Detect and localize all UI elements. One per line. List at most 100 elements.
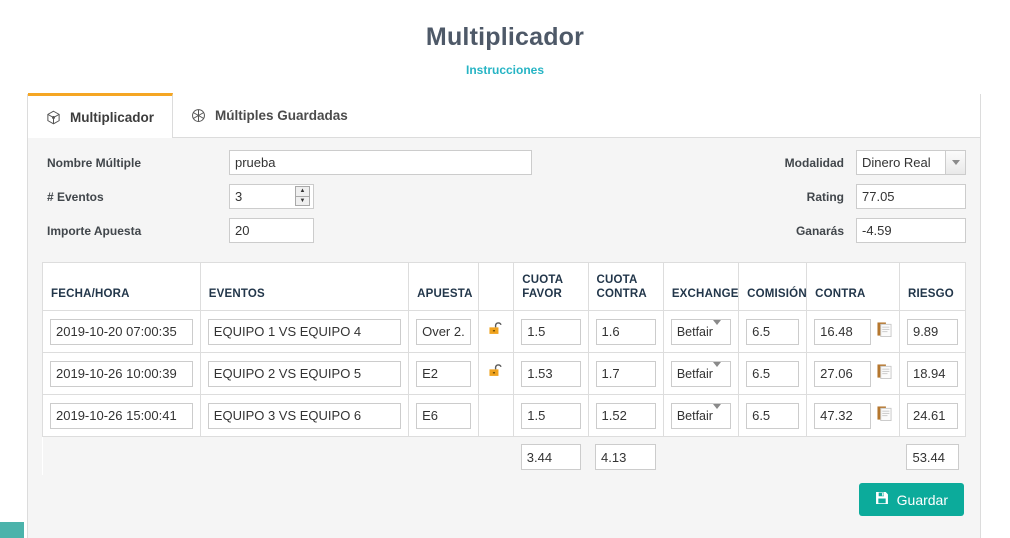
field-nombre-multiple: Nombre Múltiple xyxy=(42,150,532,175)
exchange-selected-value: Betfair xyxy=(676,366,713,381)
corner-widget[interactable] xyxy=(0,522,24,538)
apuesta-input[interactable] xyxy=(416,402,472,429)
chevron-down-icon[interactable] xyxy=(712,319,730,339)
tab-multiples-guardadas[interactable]: Múltiples Guardadas xyxy=(173,94,366,137)
ganaras-input[interactable] xyxy=(856,218,966,243)
modalidad-selected-value: Dinero Real xyxy=(862,155,931,170)
cube-icon xyxy=(46,110,61,125)
fecha-input[interactable] xyxy=(50,360,193,387)
riesgo-input[interactable] xyxy=(906,360,958,387)
cuota-favor-input[interactable] xyxy=(521,360,581,387)
cell-contra xyxy=(806,394,900,437)
num-eventos-stepper[interactable]: ▲ ▼ xyxy=(229,184,314,209)
cell-lock xyxy=(478,394,515,437)
cell-cuota-favor xyxy=(513,352,589,395)
totals-cuota-contra xyxy=(588,436,664,475)
form-column-right: Modalidad Dinero Real Rating Ganarás xyxy=(749,150,966,252)
apuesta-input[interactable] xyxy=(416,318,472,345)
comision-input[interactable] xyxy=(746,360,800,387)
modalidad-select[interactable]: Dinero Real xyxy=(856,150,966,175)
col-apuesta: APUESTA xyxy=(408,262,480,311)
totals-spacer-lock xyxy=(478,436,514,475)
spinner-up-icon[interactable]: ▲ xyxy=(295,186,310,196)
col-cuota-favor: CUOTA FAVOR xyxy=(513,262,589,311)
label-nombre-multiple: Nombre Múltiple xyxy=(47,155,142,170)
cuota-contra-input[interactable] xyxy=(595,360,656,387)
cell-cuota-contra xyxy=(587,310,664,353)
cell-fecha xyxy=(42,310,201,353)
instructions-link[interactable]: Instrucciones xyxy=(466,63,544,77)
riesgo-input[interactable] xyxy=(906,402,958,429)
instructions-row: Instrucciones xyxy=(0,61,1010,79)
field-num-eventos: # Eventos ▲ ▼ xyxy=(42,184,532,209)
fecha-input[interactable] xyxy=(50,318,193,345)
total-riesgo-input[interactable] xyxy=(906,444,959,470)
clipboard-icon[interactable] xyxy=(877,363,892,385)
clipboard-icon[interactable] xyxy=(877,321,892,343)
totals-riesgo xyxy=(899,436,966,475)
tab-multiples-guardadas-label: Múltiples Guardadas xyxy=(215,108,348,123)
label-importe-apuesta: Importe Apuesta xyxy=(47,223,142,238)
contra-input[interactable] xyxy=(814,318,871,345)
save-button[interactable]: Guardar xyxy=(858,483,964,516)
nombre-multiple-input[interactable] xyxy=(229,150,532,175)
exchange-select[interactable]: Betfair xyxy=(670,402,732,429)
chevron-down-icon[interactable] xyxy=(712,403,730,423)
importe-apuesta-input[interactable] xyxy=(229,218,314,243)
cell-fecha xyxy=(42,352,201,395)
cell-exchange: Betfair xyxy=(662,352,740,395)
table-header-row: FECHA/HORA EVENTOS APUESTA CUOTA FAVOR C… xyxy=(42,262,967,311)
comision-input[interactable] xyxy=(746,402,800,429)
spinner-down-icon[interactable]: ▼ xyxy=(295,195,310,206)
col-eventos: EVENTOS xyxy=(199,262,410,311)
apuesta-input[interactable] xyxy=(416,360,472,387)
chevron-down-icon[interactable] xyxy=(945,151,965,174)
tab-multiplicador-label: Multiplicador xyxy=(70,109,154,125)
app-page: Multiplicador Instrucciones Multiplicado… xyxy=(0,0,1010,538)
total-cuota-favor-input[interactable] xyxy=(520,444,582,470)
cell-lock xyxy=(478,352,515,395)
cuota-favor-input[interactable] xyxy=(521,318,581,345)
cuota-contra-input[interactable] xyxy=(595,402,656,429)
fecha-input[interactable] xyxy=(50,402,193,429)
totals-spacer-evento xyxy=(200,436,409,475)
totals-spacer-fecha xyxy=(42,436,201,475)
cell-exchange: Betfair xyxy=(662,310,740,353)
chevron-down-icon[interactable] xyxy=(712,361,730,381)
cell-fecha xyxy=(42,394,201,437)
tab-strip: Multiplicador Múltiples Guardadas xyxy=(28,93,980,138)
evento-input[interactable] xyxy=(207,318,402,345)
field-rating: Rating xyxy=(749,184,966,209)
evento-input[interactable] xyxy=(207,360,402,387)
exchange-select[interactable]: Betfair xyxy=(670,318,732,345)
evento-input[interactable] xyxy=(207,402,402,429)
totals-cuota-favor xyxy=(513,436,589,475)
cell-contra xyxy=(806,352,900,395)
cell-riesgo xyxy=(898,310,967,353)
riesgo-input[interactable] xyxy=(906,318,958,345)
rating-input[interactable] xyxy=(856,184,966,209)
total-cuota-contra-input[interactable] xyxy=(595,444,657,470)
cell-exchange: Betfair xyxy=(662,394,740,437)
totals-spacer-comision xyxy=(738,436,807,475)
cell-comision xyxy=(738,394,808,437)
cell-apuesta xyxy=(408,310,480,353)
main-panel: Multiplicador Múltiples Guardadas Nombre… xyxy=(27,93,981,538)
cell-contra xyxy=(806,310,900,353)
comision-input[interactable] xyxy=(746,318,800,345)
field-modalidad: Modalidad Dinero Real xyxy=(749,150,966,175)
contra-input[interactable] xyxy=(814,402,871,429)
contra-input[interactable] xyxy=(814,360,871,387)
unlocked-padlock-icon[interactable] xyxy=(487,320,505,343)
clipboard-icon[interactable] xyxy=(877,405,892,427)
exchange-selected-value: Betfair xyxy=(676,408,713,423)
num-eventos-spin-buttons[interactable]: ▲ ▼ xyxy=(295,186,310,206)
cuota-favor-input[interactable] xyxy=(521,402,581,429)
cuota-contra-input[interactable] xyxy=(595,318,656,345)
unlocked-padlock-icon[interactable] xyxy=(487,362,505,385)
exchange-select[interactable]: Betfair xyxy=(670,360,732,387)
col-exchange: EXCHANGE xyxy=(662,262,740,311)
col-cuota-contra: CUOTA CONTRA xyxy=(587,262,664,311)
label-ganaras: Ganarás xyxy=(795,223,844,238)
tab-multiplicador[interactable]: Multiplicador xyxy=(28,93,173,138)
